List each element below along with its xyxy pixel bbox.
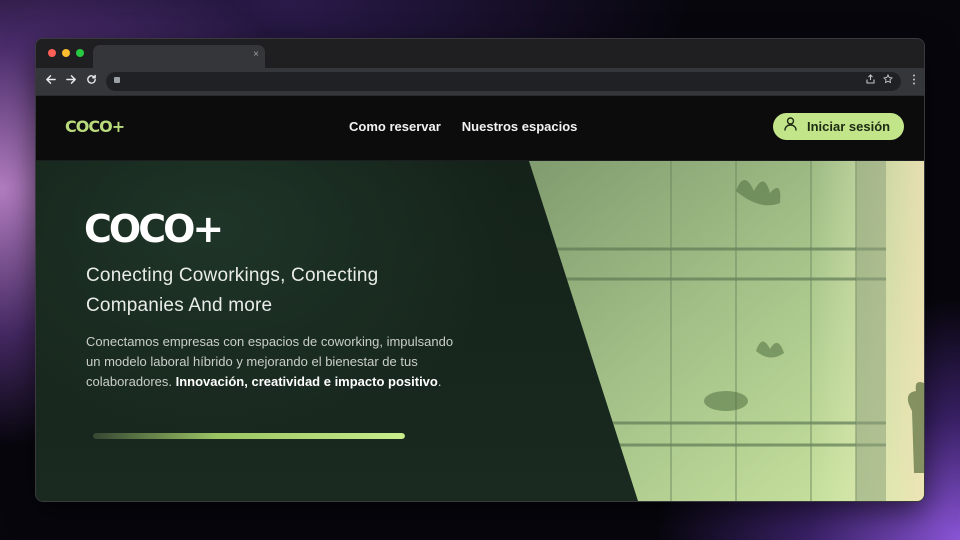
hero-section: COCO+ Conecting Coworkings, Conecting Co… <box>36 161 924 501</box>
login-button-label: Iniciar sesión <box>807 118 891 134</box>
browser-menu-icon[interactable] <box>912 74 916 89</box>
hero-description: Conectamos empresas con espacios de cowo… <box>86 332 456 392</box>
hero-logo: COCO+ <box>84 207 224 251</box>
hero-progress-bar <box>93 433 405 439</box>
reload-icon[interactable] <box>86 74 97 88</box>
bookmark-star-icon[interactable] <box>883 73 893 89</box>
hero-description-end: . <box>437 374 442 389</box>
browser-toolbar <box>36 68 924 95</box>
login-button[interactable]: Iniciar sesión <box>773 113 904 140</box>
hero-title: Conecting Coworkings, Conecting Companie… <box>86 261 486 321</box>
browser-window: × COCO+ Como reservar Nuestros espacios … <box>35 38 925 502</box>
lock-icon <box>114 77 120 83</box>
share-icon[interactable] <box>866 74 875 89</box>
tab-strip: × <box>36 39 924 68</box>
window-controls <box>48 49 84 57</box>
hero-title-line-1: Conecting Coworkings, Conecting <box>86 265 379 286</box>
maximize-window-button[interactable] <box>76 49 84 57</box>
minimize-window-button[interactable] <box>62 49 70 57</box>
nav-link-como-reservar[interactable]: Como reservar <box>349 119 441 135</box>
browser-tab[interactable]: × <box>93 45 265 68</box>
address-bar[interactable] <box>106 72 901 91</box>
user-icon <box>784 117 797 136</box>
close-window-button[interactable] <box>48 49 56 57</box>
back-icon[interactable] <box>45 74 56 88</box>
header-logo[interactable]: COCO+ <box>65 117 125 137</box>
hero-title-line-2: Companies And more <box>86 295 273 316</box>
hero-progress-fill <box>93 433 405 439</box>
tab-close-icon[interactable]: × <box>253 49 259 61</box>
main-nav: Como reservar Nuestros espacios <box>349 119 577 135</box>
forward-icon[interactable] <box>66 74 77 88</box>
hero-description-bold: Innovación, creatividad e impacto positi… <box>175 374 438 389</box>
site-header: COCO+ Como reservar Nuestros espacios In… <box>36 95 924 161</box>
nav-link-nuestros-espacios[interactable]: Nuestros espacios <box>462 119 578 135</box>
web-page: COCO+ Como reservar Nuestros espacios In… <box>36 95 924 501</box>
